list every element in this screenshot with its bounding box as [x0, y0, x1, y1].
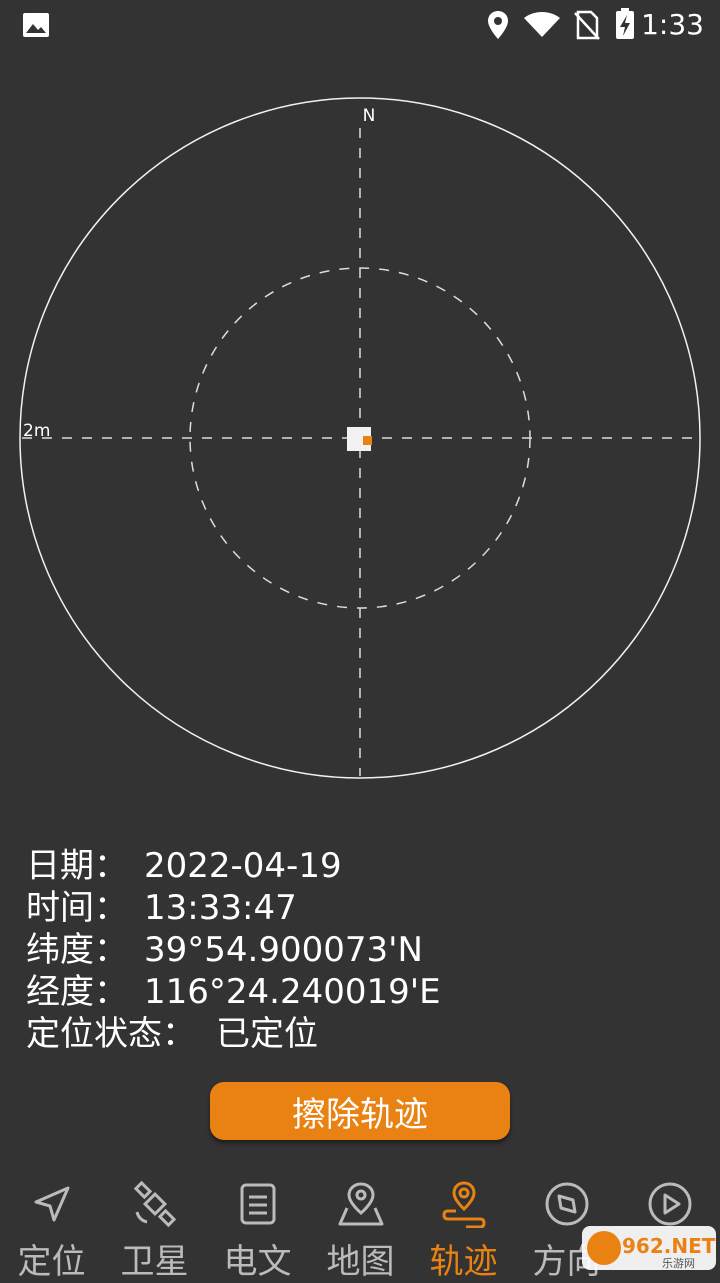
tab-label: 轨迹 [429, 1242, 498, 1282]
watermark-subtext: 乐游网 [662, 1257, 695, 1270]
track-pin-icon [441, 1181, 486, 1228]
battery-charging-icon [616, 8, 634, 39]
site-watermark: 962.NET 乐游网 [582, 1226, 716, 1270]
scale-label: 2m [23, 421, 50, 441]
satellite-icon [133, 1180, 176, 1228]
tab-label: 电文 [223, 1242, 292, 1282]
time-value: 13:33:47 [144, 888, 297, 928]
time-label: 时间： [26, 888, 128, 928]
tab-nmea[interactable]: 电文 [206, 1170, 309, 1282]
location-pin-icon [488, 11, 508, 39]
date-value: 2022-04-19 [144, 846, 342, 886]
tab-label: 地图 [326, 1242, 395, 1282]
watermark-text: 962.NET [622, 1234, 716, 1258]
tab-map[interactable]: 地图 [309, 1170, 412, 1282]
date-label: 日期： [26, 846, 128, 886]
map-pin-icon [338, 1182, 383, 1226]
track-radar: N 2m [19, 97, 701, 779]
navigation-arrow-icon [34, 1186, 69, 1222]
document-icon [240, 1183, 275, 1225]
current-position-marker [363, 436, 372, 445]
play-icon [648, 1182, 691, 1226]
latitude-value: 39°54.900073'N [144, 930, 423, 970]
latitude-row: 纬度： 39°54.900073'N [26, 929, 441, 971]
north-label: N [363, 106, 376, 126]
tab-label: 卫星 [120, 1242, 189, 1282]
image-icon [23, 13, 49, 37]
tab-locate[interactable]: 定位 [0, 1170, 103, 1282]
status-bar: 1:33 [0, 0, 720, 50]
no-sim-icon [574, 10, 600, 40]
wifi-icon [524, 12, 560, 37]
status-time: 1:33 [641, 8, 704, 41]
latitude-label: 纬度： [26, 930, 128, 970]
fix-status-row: 定位状态： 已定位 [26, 1013, 441, 1055]
longitude-value: 116°24.240019'E [144, 972, 441, 1012]
fix-status-value: 已定位 [216, 1014, 318, 1054]
tab-label: 定位 [17, 1242, 86, 1282]
date-row: 日期： 2022-04-19 [26, 845, 441, 887]
longitude-label: 经度： [26, 972, 128, 1012]
time-row: 时间： 13:33:47 [26, 887, 441, 929]
compass-icon [545, 1182, 588, 1226]
clear-track-button[interactable]: 擦除轨迹 [210, 1082, 510, 1140]
tab-track[interactable]: 轨迹 [412, 1170, 515, 1282]
longitude-row: 经度： 116°24.240019'E [26, 971, 441, 1013]
fix-status-label: 定位状态： [26, 1014, 196, 1054]
tab-satellite[interactable]: 卫星 [103, 1170, 206, 1282]
location-info: 日期： 2022-04-19 时间： 13:33:47 纬度： 39°54.90… [26, 845, 441, 1055]
